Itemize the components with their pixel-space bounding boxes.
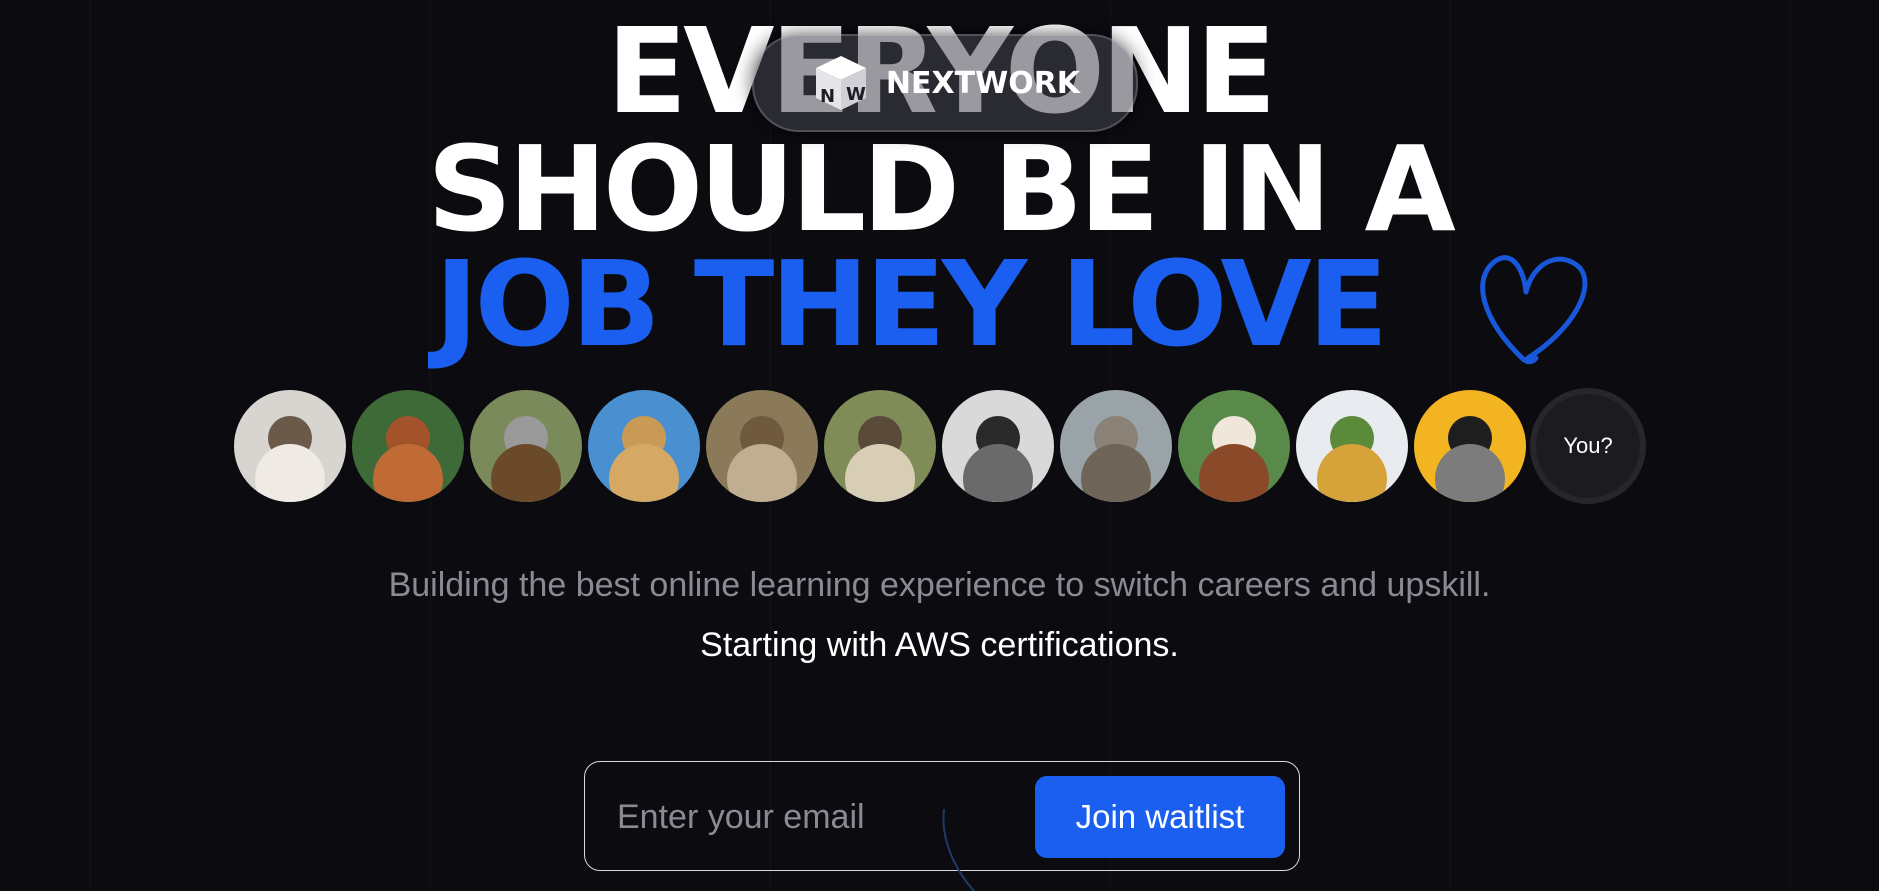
- subtitle-secondary: Starting with AWS certifications.: [700, 626, 1179, 664]
- avatar-you-placeholder: You?: [1530, 388, 1646, 504]
- join-waitlist-button[interactable]: Join waitlist: [1035, 776, 1285, 858]
- avatar-pug-in-sweater: [1412, 388, 1528, 504]
- nextwork-logo-icon: N W: [810, 52, 872, 114]
- avatar-koala-on-branch: [468, 388, 584, 504]
- avatar-row: You?: [232, 388, 1646, 504]
- avatar-alpaca: [1176, 388, 1292, 504]
- brand-logo-pill[interactable]: N W NEXTWORK: [752, 34, 1138, 132]
- avatar-squirrel: [350, 388, 466, 504]
- logo-letter-w: W: [846, 84, 866, 105]
- logo-letter-n: N: [820, 86, 835, 107]
- brand-name: NEXTWORK: [885, 65, 1081, 101]
- landing-page: EVERYONE SHOULD BE IN A JOB THEY LOVE N …: [0, 0, 1879, 891]
- heart-icon: [1480, 255, 1588, 365]
- decorative-arc: [942, 808, 976, 891]
- avatar-pineapple-with-sunglasses: [1294, 388, 1410, 504]
- headline-line-2: SHOULD BE IN A: [427, 120, 1456, 258]
- avatar-kitten: [704, 388, 820, 504]
- avatar-pug-in-fluffy-hood: [232, 388, 348, 504]
- avatar-pug-with-glasses: [940, 388, 1056, 504]
- avatar-giraffe: [586, 388, 702, 504]
- avatar-seal: [1058, 388, 1174, 504]
- subtitle: Building the best online learning experi…: [388, 566, 1491, 604]
- avatar-pug-in-blanket: [822, 388, 938, 504]
